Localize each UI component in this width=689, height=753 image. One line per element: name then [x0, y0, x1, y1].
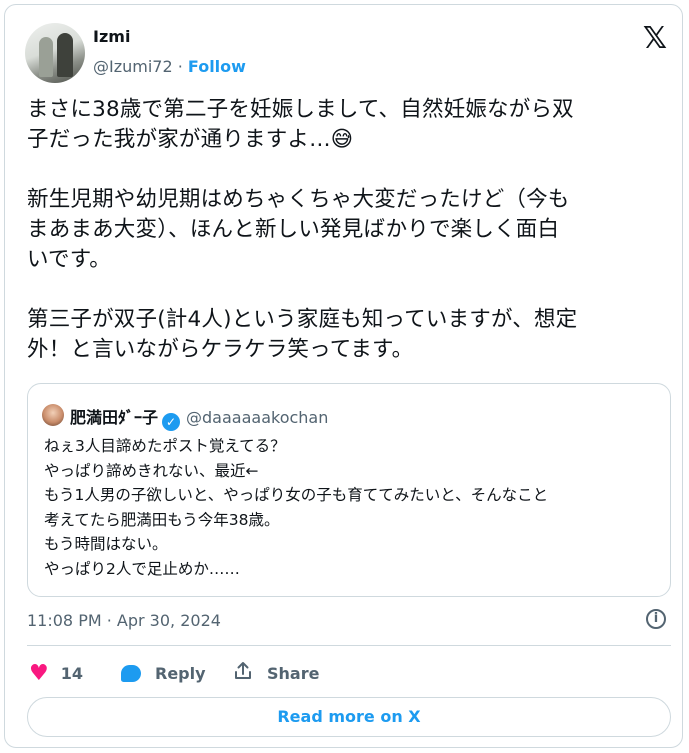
avatar-figure-right	[57, 33, 73, 77]
reply-label: Reply	[155, 663, 206, 683]
reply-button[interactable]: Reply	[121, 659, 206, 687]
like-button[interactable]: ♥ 14	[29, 659, 83, 687]
quoted-author-name: 肥満田ﾀﾞｰ子	[70, 408, 159, 427]
avatar-figure-left	[39, 37, 53, 77]
author-handle-row: @Izumi72 · Follow	[93, 57, 246, 76]
handle-separator: ·	[172, 57, 188, 76]
quoted-author-avatar	[42, 404, 64, 426]
heart-icon: ♥	[29, 660, 49, 686]
divider	[27, 645, 671, 646]
share-button[interactable]: Share	[233, 659, 319, 687]
tweet-paragraph: 第三子が双子(計4人)という家庭も知っていますが、想定 外！と言いながらケラケラ…	[27, 307, 578, 362]
author-avatar[interactable]	[25, 23, 85, 83]
follow-button[interactable]: Follow	[188, 57, 246, 76]
like-count: 14	[60, 663, 83, 683]
author-handle[interactable]: @Izumi72	[93, 57, 173, 76]
reply-icon	[121, 664, 141, 682]
quoted-author-header: 肥満田ﾀﾞｰ子 ✓ @daaaaaakochan	[70, 404, 328, 431]
share-label: Share	[267, 663, 320, 683]
quoted-tweet-text: ねぇ3人目諦めたポスト覚えてる？ やっぱり諦めきれない、最近← もう1人男の子欲…	[44, 437, 549, 578]
tweet-card: Izmi @Izumi72 · Follow 𝕏 まさに38歳で第二子を妊娠しま…	[4, 4, 683, 748]
tweet-body: まさに38歳で第二子を妊娠しまして、自然妊娠ながら双 子だった我が家が通りますよ…	[27, 95, 667, 395]
quoted-author-handle: @daaaaaakochan	[186, 408, 329, 427]
share-icon	[233, 661, 253, 685]
read-more-button[interactable]: Read more on X	[27, 697, 671, 737]
tweet-timestamp[interactable]: 11:08 PM · Apr 30, 2024	[27, 611, 221, 630]
tweet-paragraph: 新生児期や幼児期はめちゃくちゃ大変だったけど（今も まあまあ大変）、ほんと新しい…	[27, 187, 570, 272]
verified-badge-icon: ✓	[162, 413, 181, 431]
author-name[interactable]: Izmi	[93, 27, 130, 46]
quoted-tweet[interactable]: 肥満田ﾀﾞｰ子 ✓ @daaaaaakochan ねぇ3人目諦めたポスト覚えてる？ …	[27, 383, 671, 597]
tweet-paragraph: まさに38歳で第二子を妊娠しまして、自然妊娠ながら双 子だった我が家が通りますよ…	[27, 97, 574, 152]
info-icon[interactable]: i	[646, 609, 666, 629]
x-logo-icon[interactable]: 𝕏	[641, 24, 669, 54]
